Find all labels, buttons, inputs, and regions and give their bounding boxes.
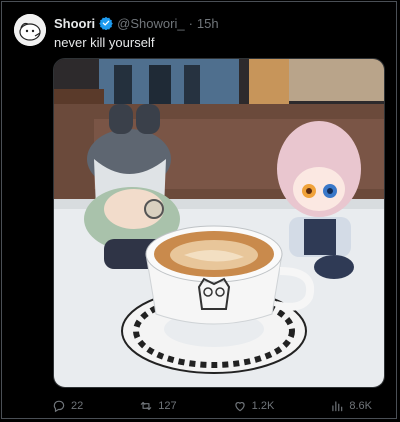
- avatar[interactable]: [14, 14, 46, 46]
- retweet-count: 127: [158, 400, 177, 412]
- tweet-header: Shoori @Showori_ · 15h: [54, 14, 219, 32]
- tweet-text: never kill yourself: [54, 35, 155, 50]
- reply-button[interactable]: 22: [52, 399, 83, 413]
- handle[interactable]: @Showori_: [117, 16, 184, 31]
- timestamp[interactable]: 15h: [197, 16, 219, 31]
- tweet-actions: 22 127 1.2K 8.6K: [52, 398, 372, 414]
- views-button[interactable]: 8.6K: [330, 399, 372, 413]
- view-count: 8.6K: [349, 400, 372, 412]
- reply-icon: [53, 400, 65, 413]
- heart-icon: [235, 402, 245, 412]
- verified-badge-icon: [99, 16, 113, 30]
- retweet-icon: [141, 401, 152, 411]
- separator: ·: [188, 15, 193, 31]
- like-button[interactable]: 1.2K: [233, 399, 275, 413]
- like-count: 1.2K: [251, 400, 275, 412]
- tweet-photo[interactable]: [53, 58, 385, 388]
- tweet-card[interactable]: Shoori @Showori_ · 15h never kill yourse…: [1, 1, 397, 419]
- reply-count: 22: [71, 400, 84, 412]
- views-icon: [332, 401, 343, 412]
- retweet-button[interactable]: 127: [139, 399, 177, 413]
- display-name[interactable]: Shoori: [54, 16, 95, 31]
- photo-plushies-coffee: [54, 59, 384, 387]
- avatar-image: [14, 14, 46, 46]
